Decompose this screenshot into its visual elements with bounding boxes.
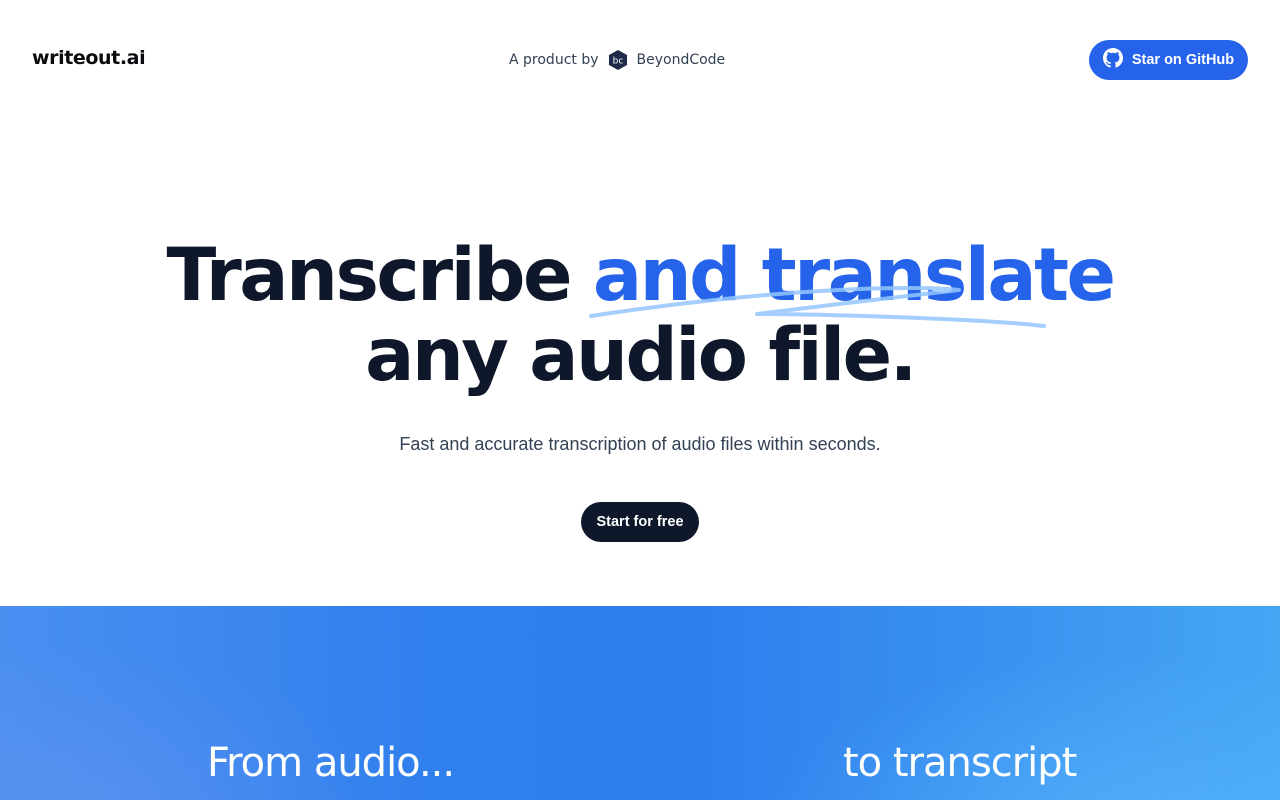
product-by-link[interactable]: A product by bc BeyondCode: [509, 48, 725, 72]
from-audio-heading: From audio...: [207, 740, 455, 786]
star-on-github-button[interactable]: Star on GitHub: [1089, 40, 1248, 80]
headline-accent: and translate: [588, 233, 1116, 328]
to-transcript-heading: to transcript: [843, 740, 1077, 786]
headline-line2: any audio file.: [365, 313, 917, 398]
company-badge-text: bc: [612, 57, 623, 67]
github-icon: [1102, 48, 1123, 72]
headline-part1: Transcribe: [166, 233, 593, 318]
product-by-label: A product by: [509, 52, 599, 68]
audio-transcript-section: From audio... to transcript: [0, 606, 1280, 800]
hero-subtitle: Fast and accurate transcription of audio…: [399, 434, 881, 454]
site-header: writeout.ai A product by bc BeyondCode S…: [0, 0, 1280, 120]
hero-section: Transcribe and translate any audio file.: [0, 236, 1280, 396]
logo[interactable]: writeout.ai: [32, 47, 146, 69]
headline-accent-text: and translate: [592, 233, 1116, 318]
github-button-label: Star on GitHub: [1131, 52, 1235, 68]
company-name: BeyondCode: [636, 52, 726, 68]
beyondcode-logo-icon: bc: [607, 49, 629, 71]
start-for-free-button[interactable]: Start for free: [581, 502, 699, 542]
page-title: Transcribe and translate any audio file.: [0, 236, 1280, 396]
